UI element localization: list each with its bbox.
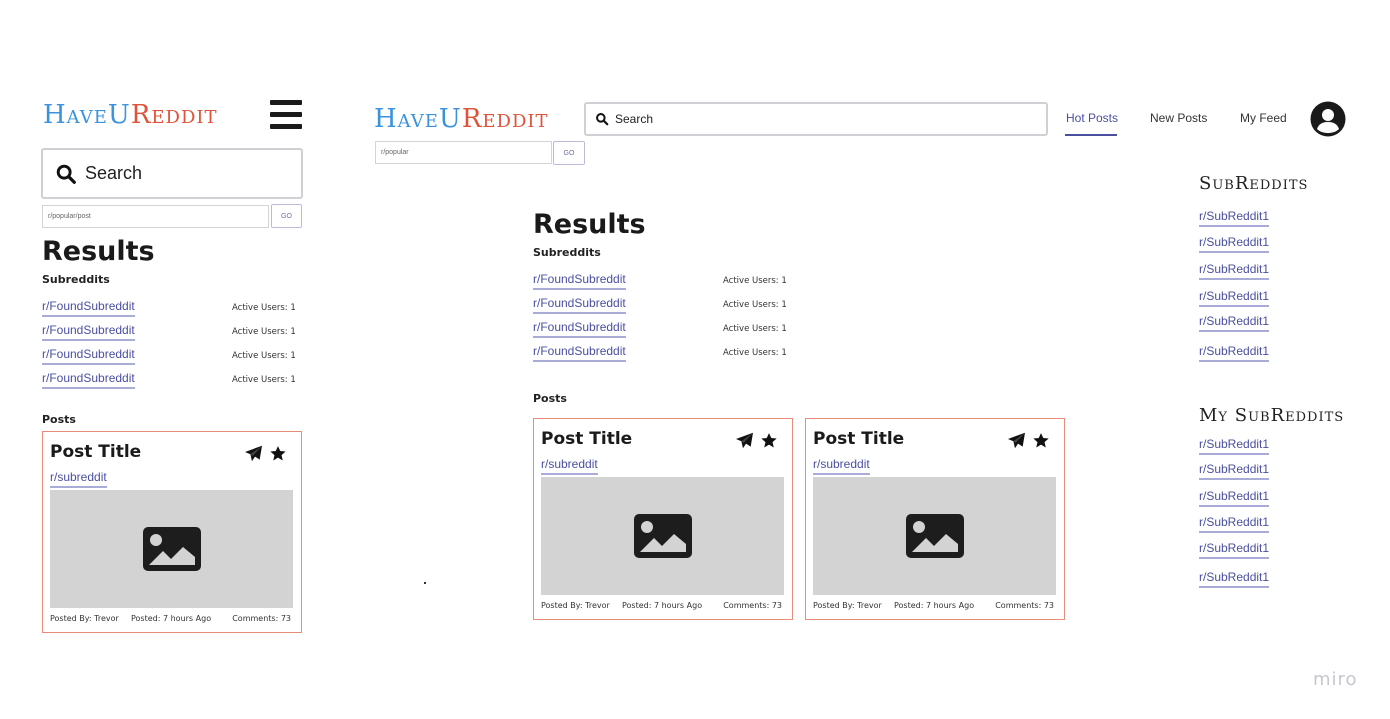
post-image-placeholder[interactable] <box>541 477 784 595</box>
post-title[interactable]: Post Title <box>50 442 141 462</box>
logo-part-2: Reddit <box>461 104 549 134</box>
subreddit-link[interactable]: r/FoundSubreddit <box>533 296 626 314</box>
post-comments[interactable]: Comments: 73 <box>232 614 291 623</box>
tab-my-feed[interactable]: My Feed <box>1240 111 1287 125</box>
go-button[interactable]: GO <box>553 141 585 165</box>
posts-label: Posts <box>42 413 76 426</box>
my-subreddit-link[interactable]: r/SubReddit1 <box>1199 541 1270 559</box>
post-author: Posted By: Trevor <box>50 614 119 623</box>
post-author: Posted By: Trevor <box>813 601 882 610</box>
results-title: Results <box>42 236 155 267</box>
subreddit-link[interactable]: r/FoundSubreddit <box>42 371 135 389</box>
search-input[interactable]: Search <box>584 102 1048 136</box>
subreddits-label: Subreddits <box>42 273 110 286</box>
active-users: Active Users: 1 <box>723 276 787 286</box>
image-icon <box>905 514 964 558</box>
path-input[interactable]: r/popular/post <box>42 205 269 228</box>
subreddit-link[interactable]: r/FoundSubreddit <box>533 320 626 338</box>
path-value: r/popular/post <box>48 213 91 220</box>
share-icon[interactable] <box>1007 432 1026 449</box>
sidebar-subreddit-link[interactable]: r/SubReddit1 <box>1199 314 1270 332</box>
subreddit-link[interactable]: r/FoundSubreddit <box>42 323 135 341</box>
post-comments[interactable]: Comments: 73 <box>995 601 1054 610</box>
post-time: Posted: 7 hours Ago <box>131 614 212 623</box>
post-title[interactable]: Post Title <box>541 429 632 449</box>
post-image-placeholder[interactable] <box>813 477 1056 595</box>
subreddit-link[interactable]: r/FoundSubreddit <box>533 272 626 290</box>
image-icon <box>142 527 201 571</box>
my-subreddit-link[interactable]: r/SubReddit1 <box>1199 462 1270 480</box>
miro-watermark: miro <box>1313 669 1358 690</box>
logo-part-1: HaveU <box>374 104 462 134</box>
share-icon[interactable] <box>244 445 263 462</box>
search-input[interactable]: Search <box>41 148 303 199</box>
post-image-placeholder[interactable] <box>50 490 293 608</box>
subreddit-link[interactable]: r/FoundSubreddit <box>42 347 135 365</box>
hamburger-menu-icon[interactable] <box>270 100 302 130</box>
star-icon[interactable] <box>269 445 287 462</box>
active-users: Active Users: 1 <box>723 300 787 310</box>
post-comments[interactable]: Comments: 73 <box>723 601 782 610</box>
search-icon <box>56 164 76 184</box>
search-placeholder: Search <box>85 163 143 183</box>
sidebar-subreddit-link[interactable]: r/SubReddit1 <box>1199 209 1270 227</box>
my-subreddit-link[interactable]: r/SubReddit1 <box>1199 489 1270 507</box>
active-users: Active Users: 1 <box>232 351 296 361</box>
sidebar-subreddit-link[interactable]: r/SubReddit1 <box>1199 235 1270 253</box>
active-users: Active Users: 1 <box>723 324 787 334</box>
stray-dot <box>424 582 426 584</box>
user-avatar-icon[interactable] <box>1310 101 1346 137</box>
logo[interactable]: HaveUReddit <box>43 102 218 128</box>
sidebar-subreddit-link[interactable]: r/SubReddit1 <box>1199 262 1270 280</box>
go-button[interactable]: GO <box>271 204 302 228</box>
path-value: r/popular <box>381 149 409 156</box>
results-title: Results <box>533 209 646 240</box>
star-icon[interactable] <box>760 432 778 449</box>
search-placeholder: Search <box>615 112 654 126</box>
post-card[interactable]: Post Title r/subreddit Posted By: Trevor… <box>533 418 793 620</box>
post-author: Posted By: Trevor <box>541 601 610 610</box>
post-subreddit-link[interactable]: r/subreddit <box>813 457 870 475</box>
my-subreddit-link[interactable]: r/SubReddit1 <box>1199 515 1270 533</box>
post-subreddit-link[interactable]: r/subreddit <box>541 457 598 475</box>
active-users: Active Users: 1 <box>232 327 296 337</box>
tab-hot-posts[interactable]: Hot Posts <box>1066 111 1118 125</box>
sidebar-subreddits-title: SubReddits <box>1199 173 1309 194</box>
logo-part-1: HaveU <box>43 100 131 130</box>
sidebar-subreddit-link[interactable]: r/SubReddit1 <box>1199 289 1270 307</box>
image-icon <box>633 514 692 558</box>
sidebar-subreddit-link[interactable]: r/SubReddit1 <box>1199 344 1270 362</box>
active-users: Active Users: 1 <box>232 303 296 313</box>
share-icon[interactable] <box>735 432 754 449</box>
path-input[interactable]: r/popular <box>375 141 552 164</box>
active-users: Active Users: 1 <box>232 375 296 385</box>
subreddit-link[interactable]: r/FoundSubreddit <box>533 344 626 362</box>
star-icon[interactable] <box>1032 432 1050 449</box>
post-title[interactable]: Post Title <box>813 429 904 449</box>
post-card[interactable]: Post Title r/subreddit Posted By: Trevor… <box>42 431 302 633</box>
logo-part-2: Reddit <box>130 100 218 130</box>
active-tab-indicator <box>1065 134 1117 136</box>
logo[interactable]: HaveUReddit <box>374 106 549 132</box>
post-subreddit-link[interactable]: r/subreddit <box>50 470 107 488</box>
tab-new-posts[interactable]: New Posts <box>1150 111 1207 125</box>
subreddit-link[interactable]: r/FoundSubreddit <box>42 299 135 317</box>
post-time: Posted: 7 hours Ago <box>894 601 975 610</box>
post-time: Posted: 7 hours Ago <box>622 601 703 610</box>
my-subreddit-link[interactable]: r/SubReddit1 <box>1199 570 1270 588</box>
post-card[interactable]: Post Title r/subreddit Posted By: Trevor… <box>805 418 1065 620</box>
active-users: Active Users: 1 <box>723 348 787 358</box>
search-icon <box>596 113 609 126</box>
posts-label: Posts <box>533 392 567 405</box>
my-subreddit-link[interactable]: r/SubReddit1 <box>1199 437 1270 455</box>
sidebar-my-subreddits-title: My SubReddits <box>1199 405 1345 426</box>
subreddits-label: Subreddits <box>533 246 601 259</box>
